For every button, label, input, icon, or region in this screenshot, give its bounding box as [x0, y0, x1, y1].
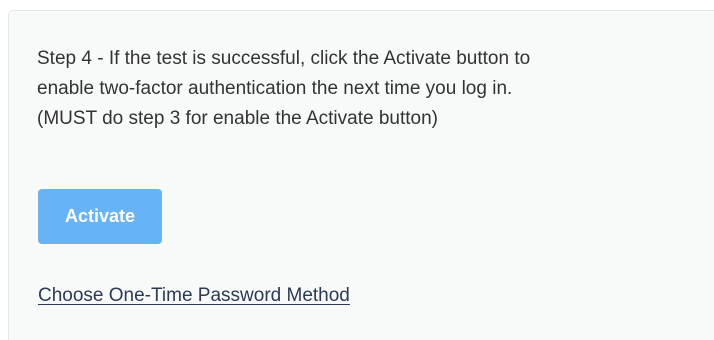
activate-button[interactable]: Activate — [38, 189, 162, 244]
step4-instructions: Step 4 - If the test is successful, clic… — [37, 44, 707, 134]
choose-otp-method-link[interactable]: Choose One-Time Password Method — [38, 284, 350, 308]
step4-instruction-line-3: (MUST do step 3 for enable the Activate … — [37, 108, 438, 129]
step4-instruction-line-2: enable two-factor authentication the nex… — [37, 78, 513, 99]
step4-instruction-line-1: Step 4 - If the test is successful, clic… — [37, 48, 531, 69]
